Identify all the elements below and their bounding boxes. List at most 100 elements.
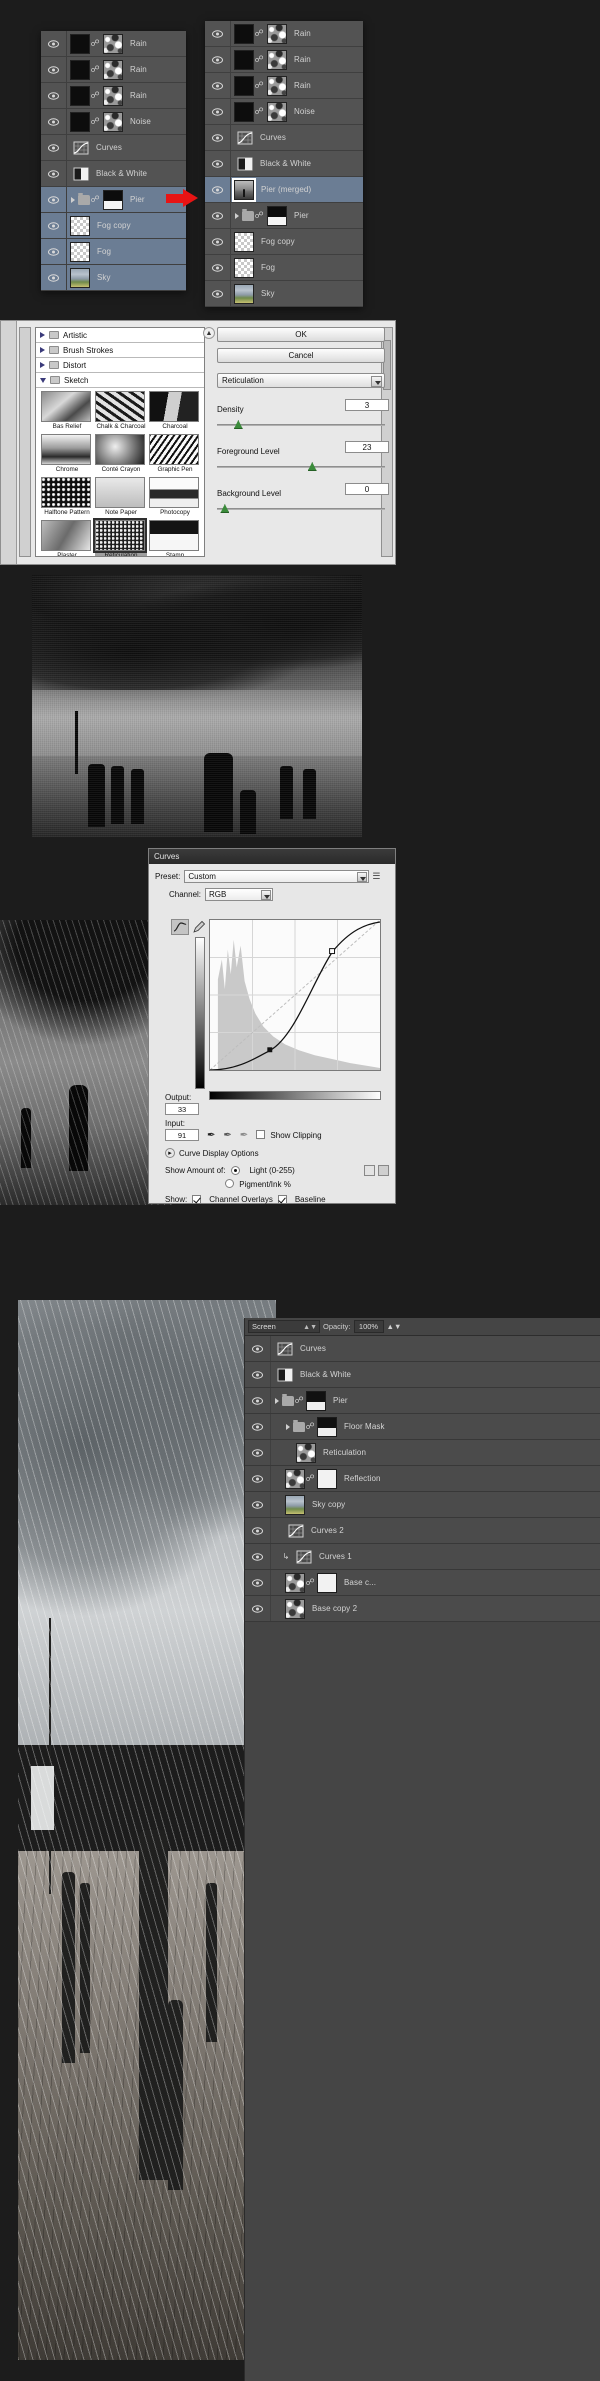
baseline-checkbox[interactable] <box>277 1195 287 1204</box>
layer-visibility-toggle[interactable] <box>245 1570 271 1595</box>
pencil-tool-icon[interactable] <box>192 920 206 934</box>
layer-row[interactable]: ☍ Rain <box>205 21 363 47</box>
layer-thumbnail[interactable] <box>234 23 254 44</box>
chevron-down-icon[interactable] <box>371 376 382 387</box>
output-value[interactable]: 33 <box>165 1103 199 1115</box>
layer-thumbnail[interactable] <box>296 1442 316 1463</box>
density-value[interactable]: 3 <box>345 399 389 411</box>
layer-thumbnail[interactable] <box>70 85 90 106</box>
layer-thumbnail[interactable] <box>285 1468 305 1489</box>
density-slider[interactable] <box>217 420 385 430</box>
filter-thumb[interactable]: Plaster <box>41 520 93 556</box>
link-icon[interactable]: ☍ <box>254 80 264 91</box>
curves-adjustment-icon[interactable] <box>237 131 253 145</box>
layer-row[interactable]: ↳ Curves 1 <box>245 1544 600 1570</box>
group-mask-thumbnail[interactable] <box>267 205 287 226</box>
density-control[interactable]: Density 3 <box>217 399 389 430</box>
layer-row[interactable]: Black & White <box>205 151 363 177</box>
filter-gallery-dialog[interactable]: Artistic Brush Strokes Distort Sketch Ba… <box>0 320 396 565</box>
layer-thumbnail[interactable] <box>234 49 254 70</box>
layer-row[interactable]: Black & White <box>245 1362 600 1388</box>
layer-mask-thumbnail[interactable] <box>317 1468 337 1489</box>
input-row[interactable]: Input: <box>165 1119 389 1128</box>
show-row[interactable]: Show: Channel Overlays Baseline <box>165 1195 389 1204</box>
foreground-level-slider[interactable] <box>217 462 385 472</box>
link-icon[interactable]: ☍ <box>90 64 100 75</box>
final-layers-list[interactable]: Curves Black & White ☍ Pier ☍ Floor Mask Retic… <box>245 1336 600 1622</box>
layer-visibility-toggle[interactable] <box>245 1440 271 1465</box>
layer-visibility-toggle[interactable] <box>205 255 231 280</box>
link-icon[interactable]: ☍ <box>305 1473 315 1484</box>
filter-category-sketch[interactable]: Sketch <box>36 373 204 388</box>
group-mask-thumbnail[interactable] <box>317 1416 337 1437</box>
layer-row[interactable]: Fog <box>205 255 363 281</box>
layer-row[interactable]: Curves <box>245 1336 600 1362</box>
curve-tools[interactable] <box>171 919 193 938</box>
link-icon[interactable]: ☍ <box>294 1395 304 1406</box>
layer-thumbnail[interactable] <box>70 59 90 80</box>
layer-mask-thumbnail[interactable] <box>317 1572 337 1593</box>
layers-panel-toolbar[interactable]: Screen ▲▼ Opacity: 100% ▲▼ <box>245 1318 600 1336</box>
input-value[interactable]: 91 <box>165 1129 199 1141</box>
layer-visibility-toggle[interactable] <box>41 213 67 238</box>
chevron-down-icon[interactable] <box>275 1397 279 1404</box>
layer-mask-thumbnail[interactable] <box>103 33 123 54</box>
layer-row[interactable]: ☍ Floor Mask <box>245 1414 600 1440</box>
layer-visibility-toggle[interactable] <box>41 187 67 212</box>
layer-visibility-toggle[interactable] <box>41 83 67 108</box>
link-icon[interactable]: ☍ <box>90 90 100 101</box>
eyedropper-black-icon[interactable]: ✒ <box>207 1130 215 1141</box>
preset-row[interactable]: Preset: Custom ☰ <box>155 870 389 883</box>
layer-row[interactable]: Black & White <box>41 161 186 187</box>
layer-row[interactable]: Sky <box>205 281 363 307</box>
filter-thumb[interactable]: Charcoal <box>149 391 201 431</box>
layer-visibility-toggle[interactable] <box>245 1414 271 1439</box>
layer-row[interactable]: Base copy 2 <box>245 1596 600 1622</box>
filter-thumb[interactable]: Chalk & Charcoal <box>95 391 147 431</box>
eyedropper-white-icon[interactable]: ✒ <box>240 1130 248 1141</box>
layer-row[interactable]: ☍ Pier <box>205 203 363 229</box>
layer-row[interactable]: ☍ Reflection <box>245 1466 600 1492</box>
layer-visibility-toggle[interactable] <box>205 125 231 150</box>
grid-large-icon[interactable] <box>378 1165 389 1176</box>
layer-visibility-toggle[interactable] <box>41 265 67 290</box>
layer-row[interactable]: Fog copy <box>205 229 363 255</box>
layer-thumbnail[interactable] <box>234 101 254 122</box>
layer-row[interactable]: ☍ Noise <box>205 99 363 125</box>
layer-visibility-toggle[interactable] <box>245 1544 271 1569</box>
show-clipping-checkbox[interactable] <box>256 1130 266 1139</box>
layer-row[interactable]: Sky <box>41 265 186 291</box>
layer-visibility-toggle[interactable] <box>245 1336 271 1361</box>
chevron-right-icon[interactable]: ▸ <box>165 1148 175 1158</box>
filter-thumb[interactable]: Photocopy <box>149 477 201 517</box>
layer-row[interactable]: ☍ Rain <box>41 31 186 57</box>
filter-select[interactable]: Reticulation <box>217 373 385 388</box>
pigment-radio[interactable] <box>225 1179 234 1188</box>
layer-visibility-toggle[interactable] <box>41 109 67 134</box>
filter-thumb[interactable]: Conté Crayon <box>95 434 147 474</box>
filter-gallery-controls[interactable]: ▲ OK Cancel Reticulation Density 3 Foreg… <box>203 327 389 559</box>
filter-category-distort[interactable]: Distort <box>36 358 204 373</box>
layer-visibility-toggle[interactable] <box>245 1388 271 1413</box>
layer-mask-thumbnail[interactable] <box>103 59 123 80</box>
link-icon[interactable]: ☍ <box>254 54 264 65</box>
black-white-adjustment-icon[interactable] <box>277 1368 293 1382</box>
layer-row[interactable]: Fog copy <box>41 213 186 239</box>
chevron-right-icon[interactable] <box>235 212 239 219</box>
layer-row[interactable]: ☍ Rain <box>205 47 363 73</box>
filter-thumb[interactable]: Note Paper <box>95 477 147 517</box>
layer-row[interactable]: ☍ Pier <box>41 187 186 213</box>
foreground-level-value[interactable]: 23 <box>345 441 389 453</box>
layers-panel-before[interactable]: ☍ Rain ☍ Rain ☍ Rain ☍ Noise Curves Black & White… <box>41 31 186 291</box>
curves-adjustment-icon[interactable] <box>288 1524 304 1538</box>
layer-thumbnail[interactable] <box>285 1494 305 1515</box>
preset-options-icon[interactable]: ☰ <box>372 871 380 882</box>
show-clipping-wrap[interactable]: Show Clipping <box>256 1130 322 1140</box>
background-level-control[interactable]: Background Level 0 <box>217 483 389 514</box>
link-icon[interactable]: ☍ <box>90 194 100 205</box>
layer-visibility-toggle[interactable] <box>205 73 231 98</box>
curves-graph[interactable] <box>209 919 381 1071</box>
layer-row[interactable]: Sky copy <box>245 1492 600 1518</box>
layer-row[interactable]: ☍ Rain <box>205 73 363 99</box>
layer-visibility-toggle[interactable] <box>205 177 231 202</box>
